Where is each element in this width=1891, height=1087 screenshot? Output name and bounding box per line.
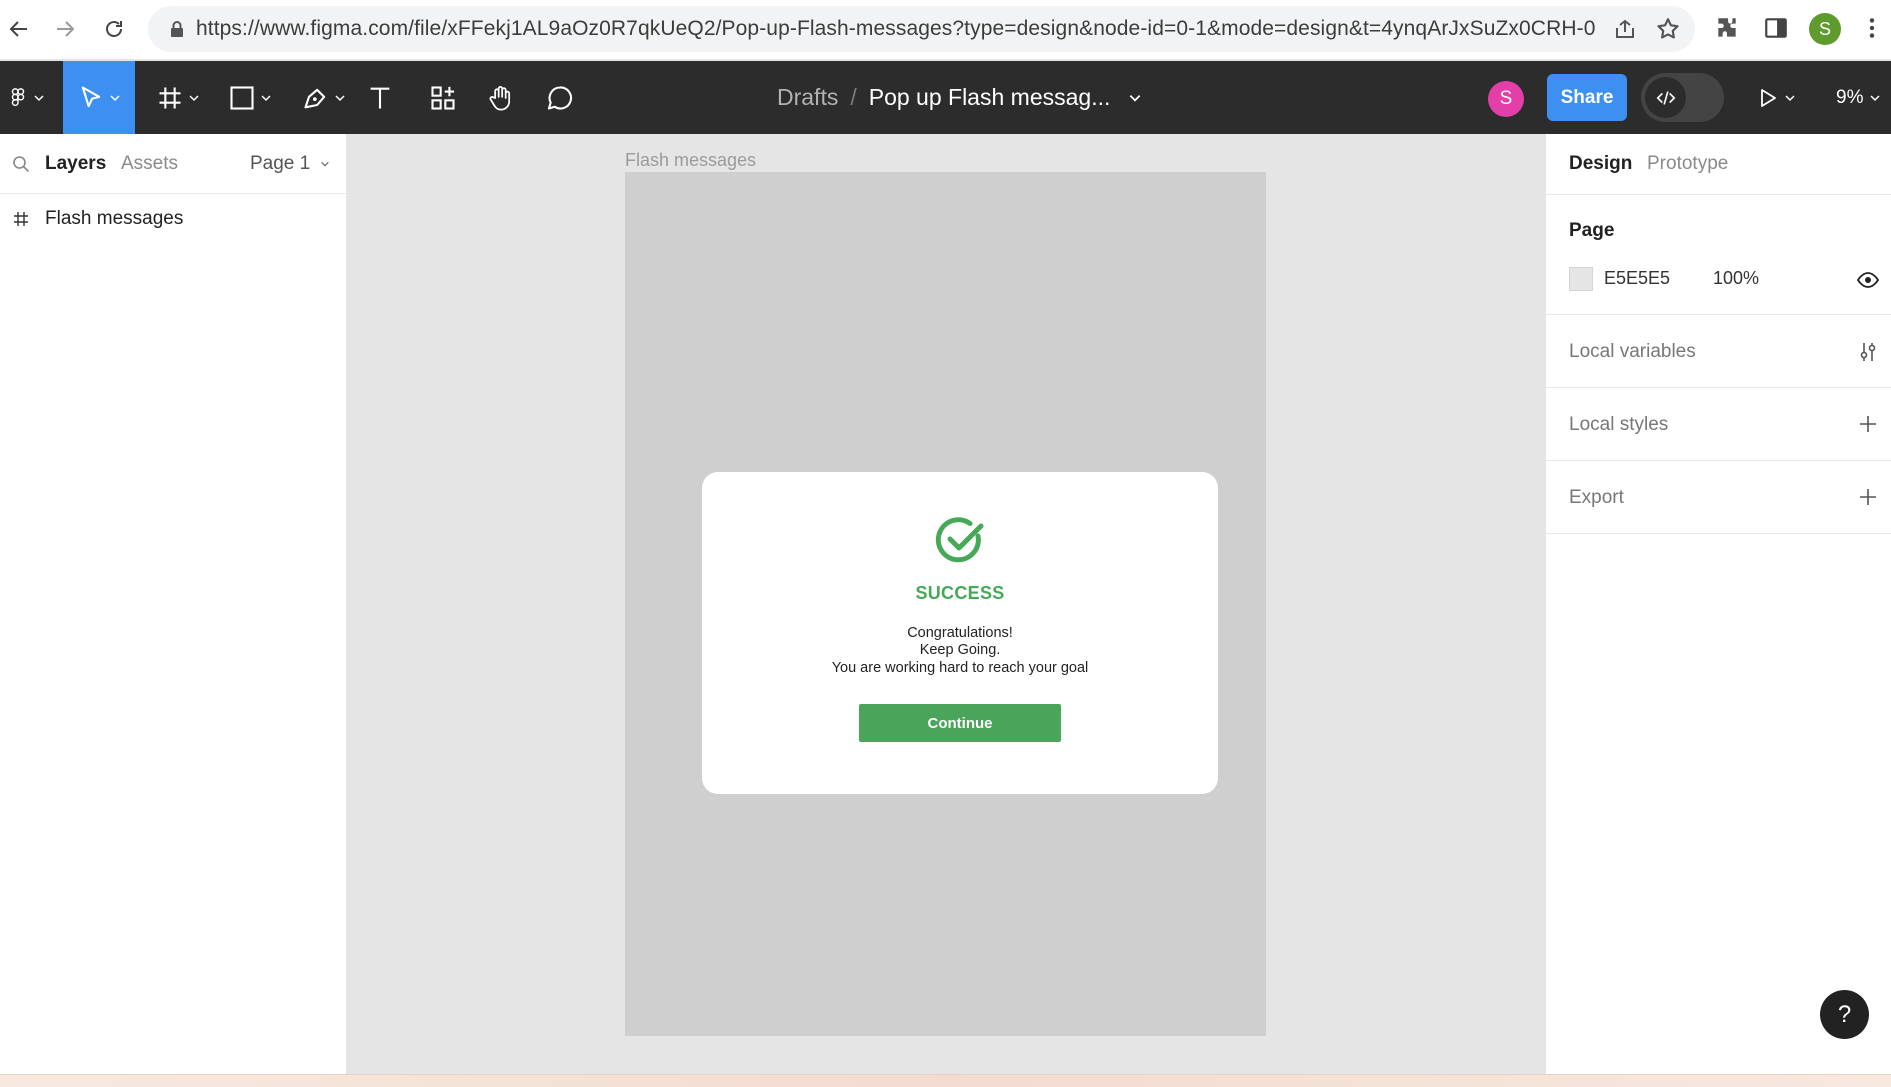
chevron-down-icon	[189, 94, 199, 101]
export-title[interactable]: Export	[1569, 487, 1624, 509]
main-menu-button[interactable]	[0, 61, 52, 134]
local-styles-title[interactable]: Local styles	[1569, 414, 1668, 436]
chevron-down-icon	[1870, 94, 1880, 101]
layers-panel: Layers Assets Page 1 Flash messages	[0, 134, 347, 1074]
chevron-down-icon	[110, 94, 120, 101]
reload-button[interactable]	[97, 12, 131, 46]
breadcrumb-drafts-link[interactable]: Drafts	[777, 84, 838, 111]
resources-tool-button[interactable]	[426, 61, 460, 134]
arrow-left-icon	[9, 21, 27, 37]
tab-assets[interactable]: Assets	[121, 153, 178, 175]
local-variables-title[interactable]: Local variables	[1569, 341, 1696, 363]
play-icon	[1761, 88, 1776, 107]
frame-hash-icon	[14, 212, 28, 226]
hand-icon	[489, 85, 511, 111]
page-section-title: Page	[1569, 220, 1615, 241]
browser-toolbar: https://www.figma.com/file/xFFekj1AL9aOz…	[0, 0, 1891, 60]
user-avatar[interactable]: S	[1488, 81, 1524, 117]
comment-bubble-icon	[547, 85, 573, 110]
variables-sliders-icon[interactable]	[1857, 341, 1879, 363]
forward-button[interactable]	[48, 12, 82, 46]
components-grid-icon	[431, 85, 455, 110]
page-selector[interactable]: Page 1	[250, 153, 330, 175]
check-circle-icon	[935, 517, 984, 563]
eye-icon[interactable]	[1857, 269, 1879, 291]
shape-tool-button[interactable]	[222, 61, 278, 134]
text-tool-button[interactable]	[364, 61, 396, 134]
arrow-right-icon	[57, 21, 75, 37]
breadcrumb-separator: /	[850, 84, 857, 110]
share-page-icon[interactable]	[1613, 17, 1637, 41]
chevron-down-icon	[335, 94, 345, 101]
reload-icon	[106, 21, 122, 37]
text-t-icon	[370, 87, 390, 108]
divider	[1546, 460, 1891, 461]
plus-icon[interactable]	[1857, 413, 1879, 435]
lock-icon	[171, 21, 183, 37]
continue-button[interactable]: Continue	[859, 704, 1061, 742]
tab-design[interactable]: Design	[1569, 153, 1632, 175]
tab-layers[interactable]: Layers	[45, 153, 106, 175]
chevron-down-icon	[320, 161, 329, 167]
chevron-down-icon	[261, 94, 271, 101]
cursor-arrow-icon	[81, 85, 101, 107]
page-selector-label: Page 1	[250, 153, 311, 174]
url-text[interactable]: https://www.figma.com/file/xFFekj1AL9aOz…	[196, 17, 1595, 41]
message-line-3: You are working hard to reach your goal	[831, 660, 1089, 676]
side-panel-icon[interactable]	[1763, 15, 1789, 41]
breadcrumb: Drafts / Pop up Flash messag...	[777, 61, 1142, 134]
plus-icon[interactable]	[1857, 486, 1879, 508]
divider	[1546, 194, 1891, 195]
file-name[interactable]: Pop up Flash messag...	[869, 84, 1111, 111]
page-color-swatch[interactable]	[1569, 267, 1593, 291]
dev-mode-toggle[interactable]	[1641, 73, 1724, 122]
page-opacity[interactable]: 100%	[1713, 268, 1759, 289]
chevron-down-icon[interactable]	[1128, 91, 1142, 105]
figma-logo-icon	[11, 87, 25, 106]
os-taskbar-strip	[0, 1074, 1891, 1087]
move-tool-button[interactable]	[63, 61, 135, 134]
divider	[1546, 387, 1891, 388]
layer-name: Flash messages	[45, 208, 184, 229]
rectangle-icon	[230, 85, 254, 110]
dev-mode-knob	[1645, 77, 1686, 118]
frame-tool-button[interactable]	[150, 61, 206, 134]
present-button[interactable]	[1751, 61, 1801, 134]
chevron-down-icon	[1785, 94, 1795, 101]
tab-prototype[interactable]: Prototype	[1647, 153, 1728, 175]
search-icon[interactable]	[12, 155, 30, 173]
share-button[interactable]: Share	[1547, 74, 1627, 121]
extensions-icon[interactable]	[1714, 15, 1740, 41]
code-brackets-icon	[1656, 90, 1675, 105]
frame-label[interactable]: Flash messages	[625, 150, 756, 171]
message-line-2: Keep Going.	[919, 642, 1001, 658]
more-vert-icon[interactable]	[1859, 15, 1885, 41]
frame-hash-icon	[159, 87, 181, 108]
profile-avatar[interactable]: S	[1809, 13, 1841, 45]
address-bar[interactable]: https://www.figma.com/file/xFFekj1AL9aOz…	[148, 6, 1695, 52]
layers-panel-header: Layers Assets Page 1	[0, 134, 346, 194]
pen-tool-button[interactable]	[296, 61, 352, 134]
divider	[1546, 314, 1891, 315]
divider	[1546, 533, 1891, 534]
bookmark-star-icon[interactable]	[1655, 16, 1681, 42]
zoom-level: 9%	[1836, 86, 1864, 108]
back-button[interactable]	[2, 12, 36, 46]
page-color-hex[interactable]: E5E5E5	[1604, 268, 1670, 289]
message-line-1: Congratulations!	[907, 625, 1013, 641]
zoom-dropdown[interactable]: 9%	[1836, 61, 1881, 134]
properties-panel: Design Prototype Page E5E5E5 100% Local …	[1545, 134, 1891, 1074]
hand-tool-button[interactable]	[482, 61, 520, 134]
pen-nib-icon	[304, 88, 326, 108]
comment-tool-button[interactable]	[541, 61, 579, 134]
layer-row[interactable]: Flash messages	[0, 206, 346, 238]
chevron-down-icon	[34, 94, 44, 101]
success-title: SUCCESS	[915, 583, 1005, 603]
help-button[interactable]: ?	[1820, 990, 1869, 1039]
